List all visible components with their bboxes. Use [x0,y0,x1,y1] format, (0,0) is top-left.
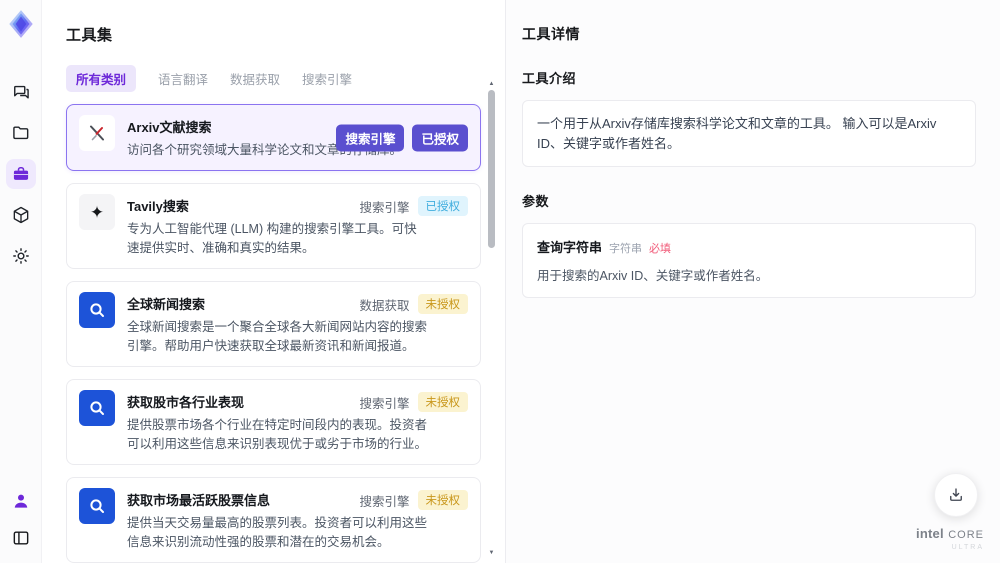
tab-data-fetch[interactable]: 数据获取 [230,65,280,92]
download-button[interactable] [934,473,978,517]
auth-status-badge: 已授权 [417,196,468,216]
tool-description: 提供股票市场各个行业在特定时间段内的表现。投资者可以利用这些信息来识别表现优于或… [127,418,428,451]
tool-description: 提供当天交易量最高的股票列表。投资者可以利用这些信息来识别流动性强的股票和潜在的… [127,516,428,549]
tab-language-translation[interactable]: 语言翻译 [158,65,208,92]
params-heading: 参数 [522,194,550,209]
tool-card-sector-performance[interactable]: 获取股市各行业表现 提供股票市场各个行业在特定时间段内的表现。投资者可以利用这些… [66,379,481,465]
tool-card-most-active-stocks[interactable]: 获取市场最活跃股票信息 提供当天交易量最高的股票列表。投资者可以利用这些信息来识… [66,477,481,563]
param-type: 字符串 [609,243,643,255]
list-scrollbar[interactable]: ▲ ▼ [487,80,496,557]
category-tabs: 所有类别 语言翻译 数据获取 搜索引擎 [66,65,505,92]
tab-all-categories[interactable]: 所有类别 [66,65,137,92]
folder-icon[interactable] [6,118,36,148]
category-label: 搜索引擎 [359,494,410,509]
category-label: 数据获取 [359,298,410,313]
category-badge: 搜索引擎 [336,124,405,151]
intro-text: 一个用于从Arxiv存储库搜索科学论文和文章的工具。 输入可以是Arxiv ID… [537,116,937,151]
param-description: 用于搜索的Arxiv ID、关键字或作者姓名。 [537,269,769,283]
rail-bottom [6,486,36,553]
news-search-icon [79,292,115,328]
gear-icon[interactable] [6,241,36,271]
app-window: 工具集 所有类别 语言翻译 数据获取 搜索引擎 Arxiv文献搜索 访问各个研究… [0,0,1000,563]
auth-status-badge: 未授权 [417,392,468,412]
scroll-up-icon[interactable]: ▲ [487,80,496,88]
auth-status-badge: 已授权 [412,124,468,151]
cube-icon[interactable] [6,200,36,230]
sidebar-rail [0,0,42,563]
panel-toggle-icon[interactable] [6,523,36,553]
news-search-icon [79,488,115,524]
tool-card-list: Arxiv文献搜索 访问各个研究领域大量科学论文和文章的存储库。 搜索引擎 已授… [66,104,481,563]
page-title: 工具集 [66,27,113,44]
category-label: 搜索引擎 [359,396,410,411]
tool-description: 专为人工智能代理 (LLM) 构建的搜索引擎工具。可快速提供实时、准确和真实的结… [127,222,417,255]
intel-core-logo: intel CORE ULTRA [916,526,984,551]
scrollbar-thumb[interactable] [488,90,495,248]
category-label: 搜索引擎 [359,200,410,215]
tool-card-global-news[interactable]: 全球新闻搜索 全球新闻搜索是一个聚合全球各大新闻网站内容的搜索引擎。帮助用户快速… [66,281,481,367]
chat-icon[interactable] [6,77,36,107]
scroll-down-icon[interactable]: ▼ [487,549,496,557]
param-required-flag: 必填 [649,243,672,255]
details-title: 工具详情 [522,26,580,42]
param-name: 查询字符串 [537,240,603,255]
user-icon[interactable] [6,486,36,516]
arxiv-icon [79,115,115,151]
app-logo-gem-icon[interactable] [5,7,37,41]
tavily-star-icon: ✦ [79,194,115,230]
tool-list-panel: 工具集 所有类别 语言翻译 数据获取 搜索引擎 Arxiv文献搜索 访问各个研究… [42,0,505,563]
tool-card-tavily[interactable]: ✦ Tavily搜索 专为人工智能代理 (LLM) 构建的搜索引擎工具。可快速提… [66,183,481,269]
tool-details-panel: 工具详情 工具介绍 一个用于从Arxiv存储库搜索科学论文和文章的工具。 输入可… [505,0,1000,563]
tab-search-engine[interactable]: 搜索引擎 [302,65,352,92]
intro-card: 一个用于从Arxiv存储库搜索科学论文和文章的工具。 输入可以是Arxiv ID… [522,100,976,167]
news-search-icon [79,390,115,426]
auth-status-badge: 未授权 [417,294,468,314]
intro-heading: 工具介绍 [522,71,577,86]
download-icon [950,488,962,501]
tool-description: 全球新闻搜索是一个聚合全球各大新闻网站内容的搜索引擎。帮助用户快速获取全球最新资… [127,320,428,353]
rail-nav [5,77,36,271]
param-card: 查询字符串 字符串 必填 用于搜索的Arxiv ID、关键字或作者姓名。 [522,223,976,298]
briefcase-icon[interactable] [5,159,36,189]
auth-status-badge: 未授权 [417,490,468,510]
tool-card-arxiv[interactable]: Arxiv文献搜索 访问各个研究领域大量科学论文和文章的存储库。 搜索引擎 已授… [66,104,481,171]
